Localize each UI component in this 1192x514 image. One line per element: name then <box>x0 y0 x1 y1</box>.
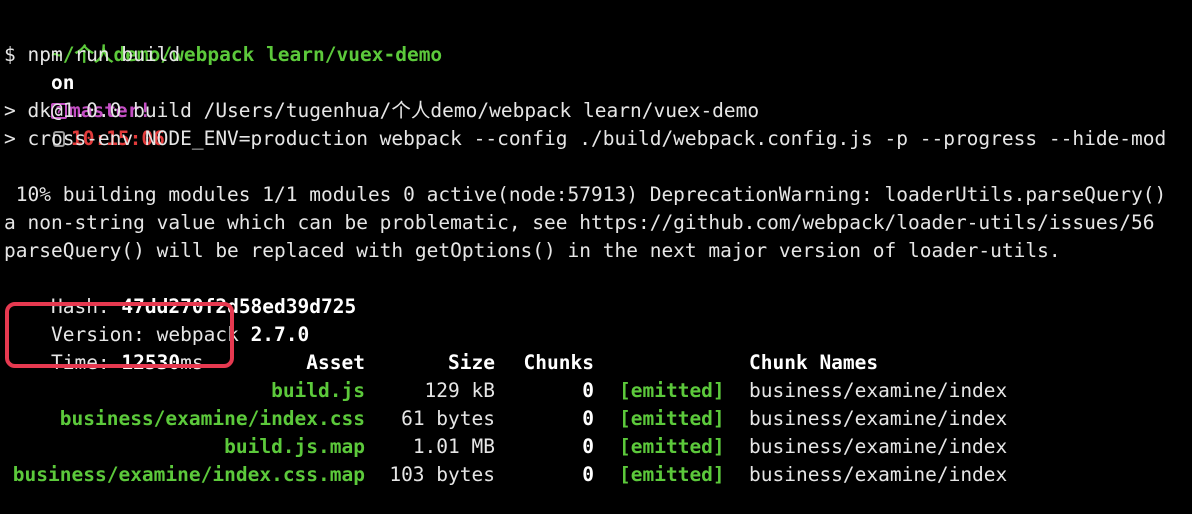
script-line: > cross-env NODE_ENV=production webpack … <box>4 127 1167 150</box>
asset-chunks: 0 <box>582 463 594 486</box>
chunk-name: business/examine/index <box>749 379 1008 402</box>
chunks-header: Chunks <box>523 351 594 374</box>
chunk-name: business/examine/index <box>749 463 1008 486</box>
asset-name: build.js <box>271 379 365 402</box>
emitted-badge: [emitted] <box>619 407 725 430</box>
warning-line: 10% building modules 1/1 modules 0 activ… <box>4 183 1167 206</box>
asset-name: business/examine/index.css.map <box>12 463 365 486</box>
asset-size: 1.01 MB <box>412 435 495 458</box>
asset-header: Asset <box>306 351 365 374</box>
command-line: $ npm run build <box>4 43 181 66</box>
asset-name: build.js.map <box>224 435 365 458</box>
asset-chunks: 0 <box>582 379 594 402</box>
asset-chunks: 0 <box>582 435 594 458</box>
emitted-badge: [emitted] <box>619 379 725 402</box>
asset-chunks: 0 <box>582 407 594 430</box>
shell-prompt: ~/个人demo/webpack learn/vuex-demo on mast… <box>4 13 442 150</box>
time-highlight-box <box>5 302 234 368</box>
asset-name: business/examine/index.css <box>59 407 365 430</box>
chunk-name: business/examine/index <box>749 407 1008 430</box>
chunk-names-header: Chunk Names <box>749 351 879 374</box>
asset-size: 61 bytes <box>401 407 495 430</box>
warning-line: parseQuery() will be replaced with getOp… <box>4 239 1061 262</box>
script-line: > dk@1.0.0 build /Users/tugenhua/个人demo/… <box>4 99 760 122</box>
prompt-on: on <box>50 71 75 94</box>
emitted-badge: [emitted] <box>619 435 725 458</box>
asset-size: 103 bytes <box>389 463 495 486</box>
asset-size: 129 kB <box>424 379 495 402</box>
warning-line: a non-string value which can be problema… <box>4 211 1155 234</box>
emitted-badge: [emitted] <box>619 463 725 486</box>
chunk-name: business/examine/index <box>749 435 1008 458</box>
terminal-window[interactable]: ~/个人demo/webpack learn/vuex-demo on mast… <box>0 0 1192 514</box>
size-header: Size <box>448 351 495 374</box>
hash-line: Hash: 47dd270f2d58ed39d725 <box>4 265 356 318</box>
version-value: 2.7.0 <box>250 323 310 346</box>
